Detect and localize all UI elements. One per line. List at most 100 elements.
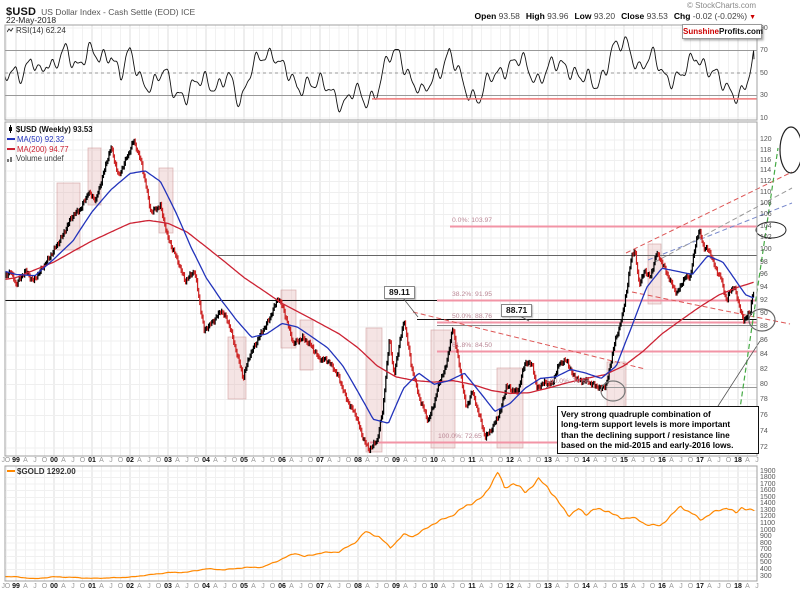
price-axis-label: 80 bbox=[760, 381, 768, 388]
x-axis-month-label: A bbox=[707, 457, 712, 464]
price-callout-89-11: 89.11 bbox=[384, 286, 415, 299]
x-axis-month-label: J bbox=[71, 583, 75, 590]
x-axis-month-label: J bbox=[451, 583, 455, 590]
price-axis-label: 120 bbox=[760, 136, 772, 143]
quote-label: Chg bbox=[674, 11, 691, 21]
x-axis-year-label: 13 bbox=[544, 457, 552, 464]
x-axis-month-label: A bbox=[403, 457, 408, 464]
x-axis-month-label: A bbox=[593, 457, 598, 464]
stockcharts-usd-chart: $USDUS Dollar Index - Cash Settle (EOD) … bbox=[0, 0, 800, 591]
x-axis-month-label: O bbox=[726, 583, 731, 590]
x-axis-month-label: A bbox=[517, 457, 522, 464]
x-axis-month-label: A bbox=[175, 583, 180, 590]
rsi-axis-label: 10 bbox=[760, 115, 768, 122]
price-axis-label: 94 bbox=[760, 284, 768, 291]
x-axis-month-label: J bbox=[109, 583, 113, 590]
price-axis-label: 112 bbox=[760, 178, 771, 185]
fib-retracement-label: 50.0%: 88.76 bbox=[452, 314, 492, 321]
symbol-description: US Dollar Index - Cash Settle (EOD) ICE bbox=[41, 7, 195, 17]
x-axis-month-label: A bbox=[213, 583, 218, 590]
x-axis-month-label: J bbox=[261, 457, 265, 464]
x-axis-month-label: O bbox=[536, 583, 541, 590]
x-axis-year-label: 01 bbox=[88, 457, 96, 464]
x-axis-month-label: O bbox=[346, 583, 351, 590]
rsi-legend: RSI(14) 62.24 bbox=[7, 27, 66, 36]
price-axis-label: 100 bbox=[760, 246, 772, 253]
x-axis-month-label: O bbox=[308, 583, 313, 590]
x-axis-year-label: 09 bbox=[392, 583, 400, 590]
x-axis-month-label: O bbox=[460, 583, 465, 590]
x-axis-month-label: J bbox=[527, 457, 531, 464]
x-axis-month-label: A bbox=[631, 583, 636, 590]
x-axis-month-label: O bbox=[5, 583, 10, 590]
x-axis-month-label: A bbox=[555, 583, 560, 590]
x-axis-year-label: 02 bbox=[126, 583, 134, 590]
x-axis-month-label: J bbox=[489, 457, 493, 464]
x-axis-month-label: O bbox=[574, 457, 579, 464]
gold-axis-label: 300 bbox=[760, 573, 772, 580]
price-axis-label: 102 bbox=[760, 234, 772, 241]
fib-retracement-label: 0.0%: 103.97 bbox=[452, 218, 492, 225]
x-axis-month-label: J bbox=[413, 457, 417, 464]
x-axis-month-label: O bbox=[726, 457, 731, 464]
x-axis-year-label: 03 bbox=[164, 457, 172, 464]
annotation-line: than the declining support / resistance … bbox=[561, 430, 755, 440]
quote-label: Open bbox=[475, 11, 497, 21]
price-axis-label: 114 bbox=[760, 167, 771, 174]
ma200-line-icon bbox=[7, 148, 15, 150]
x-axis-month-label: J bbox=[71, 457, 75, 464]
x-axis-month-label: A bbox=[23, 457, 28, 464]
x-axis-month-label: J bbox=[299, 583, 303, 590]
x-axis-month-label: A bbox=[23, 583, 28, 590]
x-axis-month-label: O bbox=[498, 583, 503, 590]
x-axis-month-label: J bbox=[717, 457, 721, 464]
x-axis-month-label: J bbox=[109, 457, 113, 464]
x-axis-year-label: 14 bbox=[582, 583, 590, 590]
x-axis-month-label: O bbox=[42, 457, 47, 464]
annotation-line: based on the mid-2015 and early-2016 low… bbox=[561, 440, 755, 450]
quote-value: 93.96 bbox=[545, 11, 569, 21]
fib-retracement-label: 61.8%: 84.50 bbox=[452, 343, 492, 350]
x-axis-month-label: J bbox=[185, 583, 189, 590]
price-axis-label: 104 bbox=[760, 223, 772, 230]
x-axis-month-label: J bbox=[33, 583, 37, 590]
x-axis-month-label: A bbox=[593, 583, 598, 590]
quote-label: Close bbox=[621, 11, 644, 21]
x-axis-month-label: O bbox=[5, 457, 10, 464]
x-axis-month-label: A bbox=[61, 583, 66, 590]
annotation-line: long-term support levels is more importa… bbox=[561, 419, 755, 429]
main-chart-legend: $USD (Weekly) 93.53 MA(50) 92.32 MA(200)… bbox=[7, 125, 93, 165]
price-axis-label: 72 bbox=[760, 444, 768, 451]
x-axis-year-label: 00 bbox=[50, 583, 58, 590]
x-axis-year-label: 08 bbox=[354, 457, 362, 464]
x-axis-month-label: O bbox=[232, 583, 237, 590]
x-axis-month-label: A bbox=[365, 457, 370, 464]
price-axis-label: 106 bbox=[760, 211, 772, 218]
x-axis-month-label: J bbox=[565, 457, 569, 464]
x-axis-month-label: J bbox=[755, 457, 759, 464]
x-axis-month-label: J bbox=[337, 457, 341, 464]
x-axis-month-label: J bbox=[223, 583, 227, 590]
quote-label: Low bbox=[574, 11, 591, 21]
quote-value: 93.20 bbox=[591, 11, 615, 21]
x-axis-month-label: J bbox=[603, 583, 607, 590]
x-axis-month-label: J bbox=[603, 457, 607, 464]
x-axis-month-label: J bbox=[451, 457, 455, 464]
logo-part2: Profits.com bbox=[719, 27, 763, 36]
x-axis-month-label: A bbox=[137, 457, 142, 464]
x-axis-year-label: 06 bbox=[278, 583, 286, 590]
x-axis-year-label: 05 bbox=[240, 457, 248, 464]
price-axis-label: 86 bbox=[760, 337, 768, 344]
logo-part1: Sunshine bbox=[683, 27, 719, 36]
legend-ma50-label: MA(50) 92.32 bbox=[17, 135, 64, 144]
rsi-line bbox=[5, 37, 754, 112]
x-axis-month-label: A bbox=[707, 583, 712, 590]
x-axis-month-label: A bbox=[441, 457, 446, 464]
x-axis-month-label: A bbox=[289, 457, 294, 464]
legend-symbol-row: $USD (Weekly) 93.53 bbox=[7, 125, 93, 135]
x-axis-month-label: A bbox=[669, 457, 674, 464]
x-axis-month-label: O bbox=[384, 583, 389, 590]
x-axis-month-label: J bbox=[641, 583, 645, 590]
x-axis-month-label: J bbox=[299, 457, 303, 464]
x-axis-year-label: 11 bbox=[468, 583, 475, 590]
